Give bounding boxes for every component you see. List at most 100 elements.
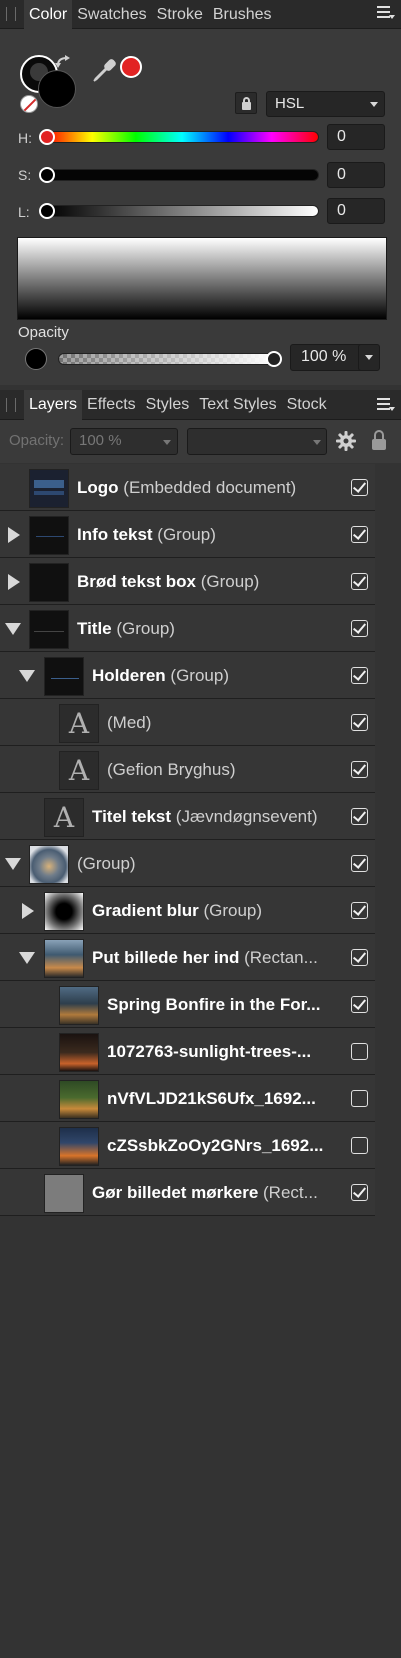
hue-slider[interactable] (45, 131, 319, 143)
visibility-checkbox[interactable] (351, 1184, 368, 1201)
gear-icon[interactable] (336, 431, 356, 451)
layer-row-holderen[interactable]: Holderen (Group) (0, 652, 375, 699)
layer-opacity-select[interactable]: 100 % (70, 428, 178, 455)
visibility-checkbox[interactable] (351, 949, 368, 966)
blend-mode-select[interactable] (187, 428, 327, 455)
tab-styles[interactable]: Styles (141, 390, 195, 419)
color-picker-eyedropper-icon[interactable] (90, 55, 118, 85)
color-preview-gradient[interactable] (17, 237, 387, 320)
layer-label: Put billede her ind (Rectan... (92, 948, 318, 967)
layer-opacity-value: 100 % (79, 432, 122, 449)
no-color-icon[interactable] (20, 95, 38, 113)
text-layer-icon: A (59, 751, 99, 790)
tab-swatches[interactable]: Swatches (72, 0, 151, 29)
visibility-checkbox[interactable] (351, 573, 368, 590)
visibility-checkbox[interactable] (351, 526, 368, 543)
layer-row-med[interactable]: A (Med) (0, 699, 375, 746)
hue-slider-knob[interactable] (39, 129, 55, 145)
chevron-down-icon (313, 440, 321, 445)
picked-color-swatch[interactable] (120, 56, 142, 78)
tab-effects[interactable]: Effects (82, 390, 141, 419)
panel-menu-icon[interactable] (377, 398, 395, 412)
opacity-value-field[interactable]: 100 % (290, 344, 363, 371)
visibility-checkbox[interactable] (351, 620, 368, 637)
layer-row-title[interactable]: Title (Group) (0, 605, 375, 652)
visibility-checkbox[interactable] (351, 808, 368, 825)
hue-value-field[interactable]: 0 (327, 124, 385, 150)
visibility-checkbox[interactable] (351, 855, 368, 872)
layer-thumbnail (44, 657, 84, 696)
collapse-arrow-icon[interactable] (19, 670, 35, 682)
visibility-checkbox[interactable] (351, 1090, 368, 1107)
layer-label: Gradient blur (Group) (92, 901, 263, 920)
layer-row-brod-tekst-box[interactable]: Brød tekst box (Group) (0, 558, 375, 605)
tab-brushes[interactable]: Brushes (208, 0, 277, 29)
layer-label: Spring Bonfire in the For... (107, 995, 321, 1014)
panel-menu-icon[interactable] (377, 6, 395, 20)
expand-arrow-icon[interactable] (8, 527, 20, 543)
layer-row-info-tekst[interactable]: Info tekst (Group) (0, 511, 375, 558)
swap-colors-icon[interactable] (55, 55, 75, 71)
visibility-checkbox[interactable] (351, 1137, 368, 1154)
tab-stock[interactable]: Stock (282, 390, 332, 419)
lightness-value-field[interactable]: 0 (327, 198, 385, 224)
color-model-select[interactable]: HSL (266, 91, 385, 117)
layer-row-gor-billedet-morkere[interactable]: Gør billedet mørkere (Rect... (0, 1169, 375, 1216)
opacity-dropdown-button[interactable] (358, 344, 380, 371)
layer-label: (Med) (107, 713, 152, 732)
saturation-slider[interactable] (45, 169, 319, 181)
fill-color-well[interactable] (38, 70, 76, 108)
layers-toolbar: Opacity: 100 % (0, 420, 401, 463)
layer-label: Info tekst (Group) (77, 525, 216, 544)
visibility-checkbox[interactable] (351, 1043, 368, 1060)
lock-icon[interactable] (371, 430, 387, 450)
layer-row-czssbk[interactable]: cZSsbkZoOy2GNrs_1692... (0, 1122, 375, 1169)
layer-label: Logo (Embedded document) (77, 478, 297, 497)
lightness-slider-knob[interactable] (39, 203, 55, 219)
tab-text-styles[interactable]: Text Styles (194, 390, 281, 419)
layer-row-titel-tekst[interactable]: A Titel tekst (Jævndøgnsevent) (0, 793, 375, 840)
tab-stroke[interactable]: Stroke (152, 0, 208, 29)
layer-label: cZSsbkZoOy2GNrs_1692... (107, 1136, 324, 1155)
visibility-checkbox[interactable] (351, 902, 368, 919)
visibility-checkbox[interactable] (351, 714, 368, 731)
layer-row-nvfvljd[interactable]: nVfVLJD21kS6Ufx_1692... (0, 1075, 375, 1122)
layer-thumbnail (29, 610, 69, 649)
layer-row-sunlight-trees[interactable]: 1072763-sunlight-trees-... (0, 1028, 375, 1075)
opacity-slider[interactable] (58, 353, 278, 365)
tab-layers[interactable]: Layers (24, 389, 83, 420)
layer-row-logo[interactable]: Logo (Embedded document) (0, 464, 375, 511)
layer-thumbnail (59, 1080, 99, 1119)
lightness-slider[interactable] (45, 205, 319, 217)
collapse-arrow-icon[interactable] (5, 858, 21, 870)
layer-label: Title (Group) (77, 619, 175, 638)
layer-thumbnail (59, 1127, 99, 1166)
saturation-slider-knob[interactable] (39, 167, 55, 183)
layer-row-gefion-bryghus[interactable]: A (Gefion Bryghus) (0, 746, 375, 793)
layer-thumbnail (44, 939, 84, 978)
collapse-arrow-icon[interactable] (5, 623, 21, 635)
layer-thumbnail (59, 1033, 99, 1072)
visibility-checkbox[interactable] (351, 761, 368, 778)
expand-arrow-icon[interactable] (22, 903, 34, 919)
text-layer-icon: A (59, 704, 99, 743)
layer-row-spring-bonfire[interactable]: Spring Bonfire in the For... (0, 981, 375, 1028)
layer-label: Gør billedet mørkere (Rect... (92, 1183, 318, 1202)
layer-thumbnail (29, 516, 69, 555)
expand-arrow-icon[interactable] (8, 574, 20, 590)
layer-thumbnail (29, 469, 69, 508)
visibility-checkbox[interactable] (351, 996, 368, 1013)
collapse-arrow-icon[interactable] (19, 952, 35, 964)
panel-grip-handle[interactable] (6, 397, 16, 412)
lock-icon[interactable] (235, 92, 257, 114)
saturation-value-field[interactable]: 0 (327, 162, 385, 188)
color-panel-tabbar: Color Swatches Stroke Brushes (0, 0, 401, 29)
panel-grip-handle[interactable] (6, 7, 16, 21)
visibility-checkbox[interactable] (351, 667, 368, 684)
visibility-checkbox[interactable] (351, 479, 368, 496)
tab-color[interactable]: Color (24, 0, 73, 29)
layer-row-put-billede-her-ind[interactable]: Put billede her ind (Rectan... (0, 934, 375, 981)
layer-row-gradient-blur[interactable]: Gradient blur (Group) (0, 887, 375, 934)
layer-row-group[interactable]: (Group) (0, 840, 375, 887)
opacity-slider-knob[interactable] (266, 351, 282, 367)
